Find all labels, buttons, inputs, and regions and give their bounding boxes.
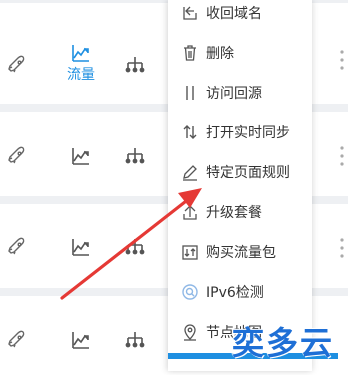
traffic-chart-icon[interactable] [70,236,92,258]
menu-item-page-rules[interactable]: 特定页面规则 [168,152,312,192]
pause-bars-icon [181,84,199,102]
rocket-icon[interactable] [6,329,28,351]
traffic-chart-icon[interactable] [70,329,92,351]
ipv6-check-icon [181,283,199,301]
row-more-dots[interactable] [336,0,348,371]
menu-item-enable-realtime-sync[interactable]: 打开实时同步 [168,112,312,152]
menu-item-retrieve-domain[interactable]: 收回域名 [168,0,312,33]
node-tree-icon[interactable] [124,329,146,351]
pencil-icon [181,163,199,181]
rocket-icon[interactable] [6,145,28,167]
menu-item-label: 访问回源 [206,86,262,102]
menu-item-label: 购买流量包 [206,245,276,261]
domain-actions-menu: 收回域名 删除 访问回源 打开实时同步 特定页面规则 升级套餐 购买流量包 IP… [168,0,312,371]
sync-arrows-icon [181,123,199,141]
menu-item-label: 升级套餐 [206,205,262,221]
traffic-label[interactable]: 流量 [64,64,98,84]
menu-item-label: IPv6检测 [206,285,264,301]
traffic-package-icon [181,243,199,261]
menu-item-label: 打开实时同步 [206,125,290,141]
menu-item-delete[interactable]: 删除 [168,33,312,73]
node-tree-icon[interactable] [124,54,146,76]
node-tree-icon[interactable] [124,145,146,167]
node-tree-icon[interactable] [124,236,146,258]
traffic-chart-icon[interactable] [70,42,92,64]
menu-item-origin-access[interactable]: 访问回源 [168,73,312,113]
rocket-icon[interactable] [6,54,28,76]
menu-item-buy-traffic-package[interactable]: 购买流量包 [168,232,312,272]
menu-item-ipv6-check[interactable]: IPv6检测 [168,272,312,312]
rocket-icon[interactable] [6,236,28,258]
menu-item-label: 删除 [206,46,234,62]
menu-item-upgrade-plan[interactable]: 升级套餐 [168,192,312,232]
menu-item-label: 收回域名 [206,6,262,22]
watermark-logo: 奕多云 [232,324,335,362]
retrieve-icon [181,4,199,22]
traffic-chart-icon[interactable] [70,145,92,167]
upgrade-icon [181,203,199,221]
trash-icon [181,44,199,62]
map-pin-icon [181,323,199,341]
menu-item-label: 特定页面规则 [206,165,290,181]
